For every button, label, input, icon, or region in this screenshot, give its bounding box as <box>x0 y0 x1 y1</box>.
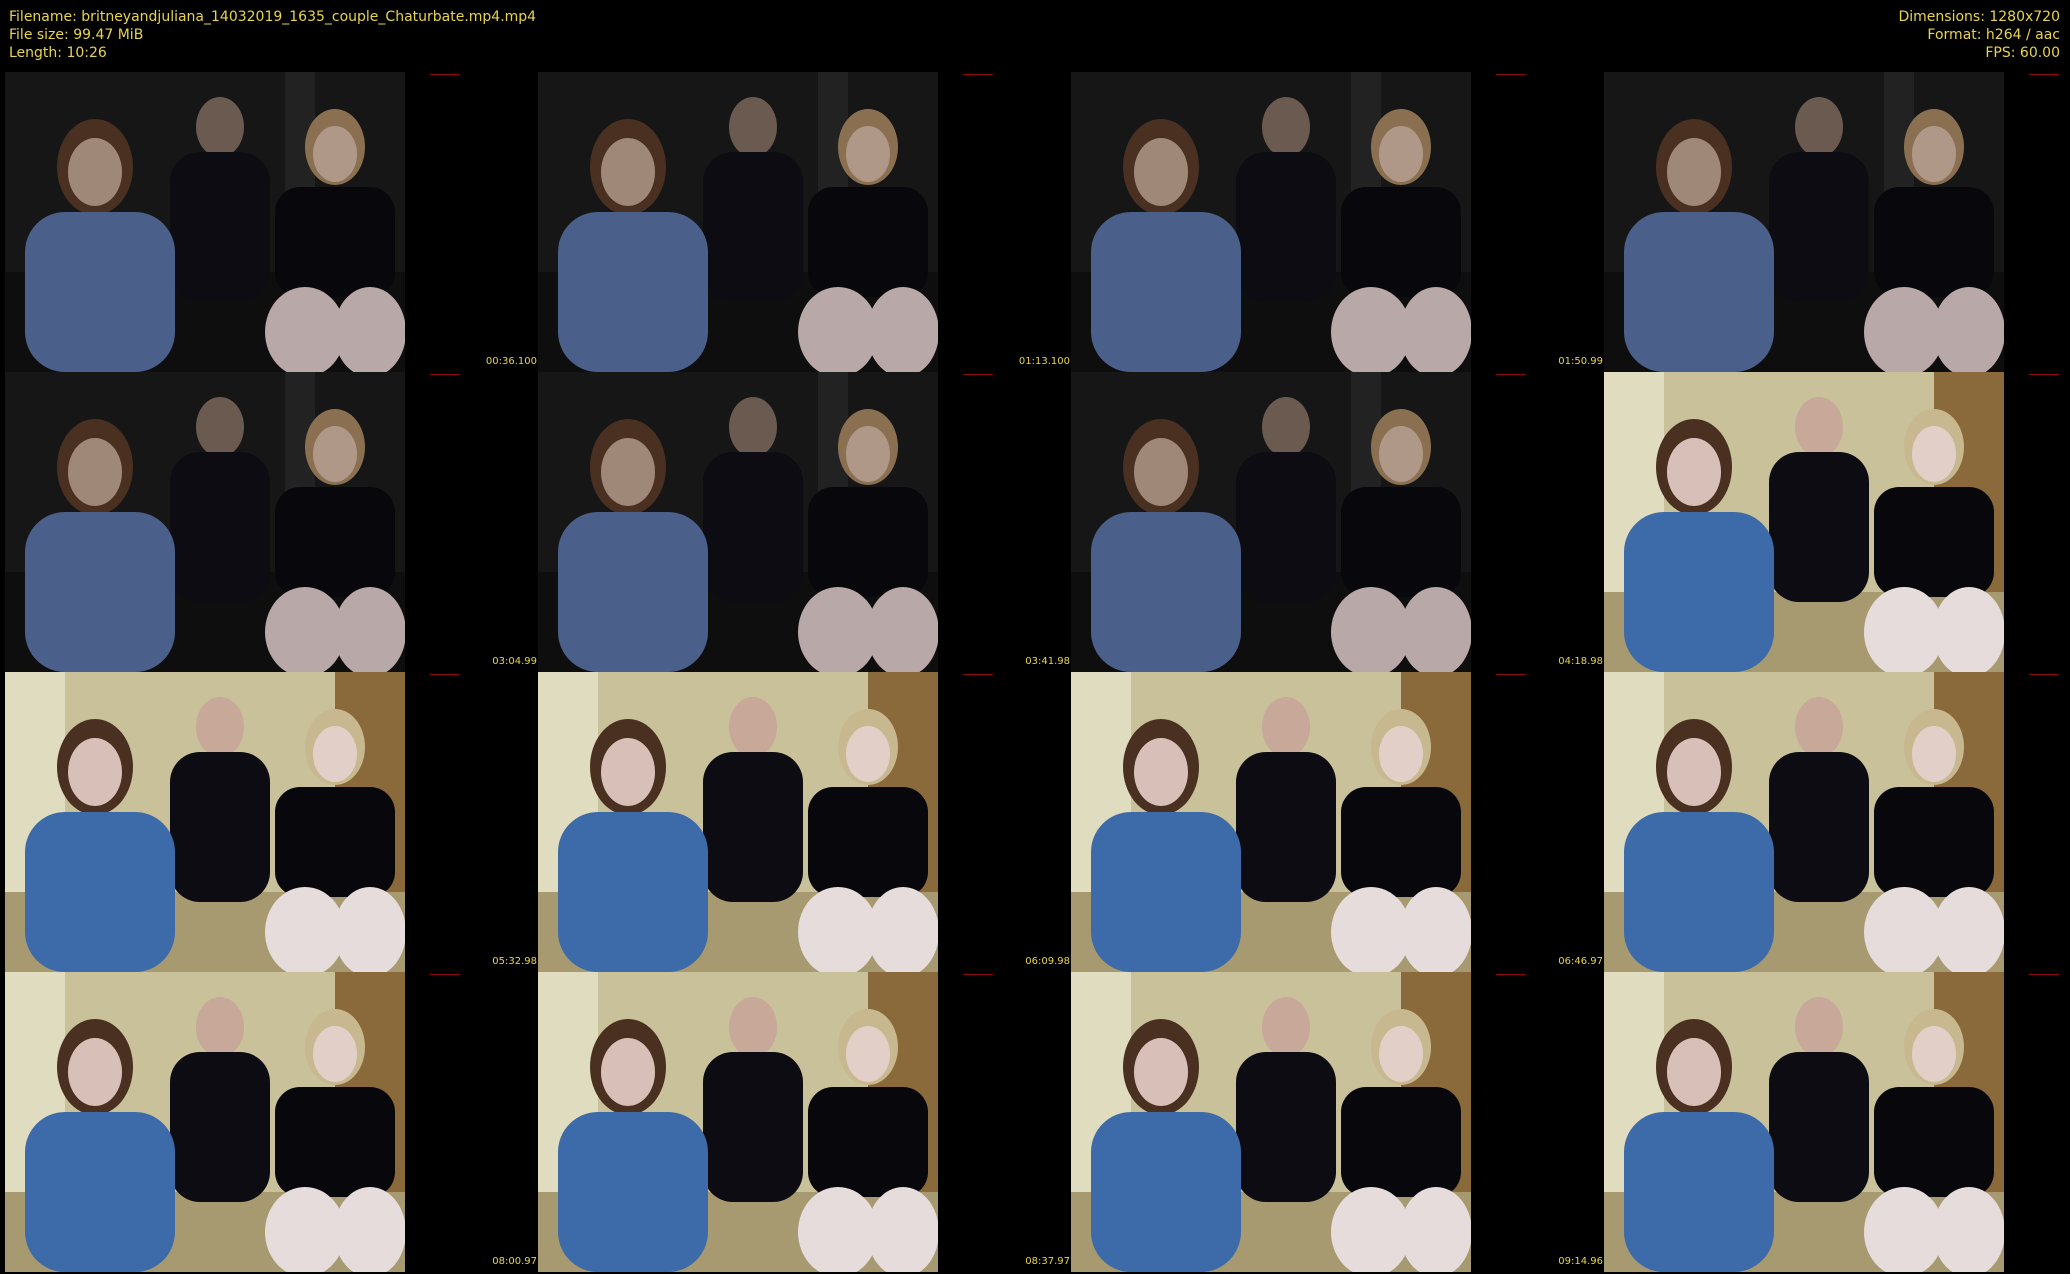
video-frame-image <box>1071 672 1471 972</box>
thumbnail-frame <box>538 672 938 972</box>
thumbnail-timestamp: 01:13.100 <box>1018 356 1070 367</box>
thumbnail-timestamp: 06:09.98 <box>1025 956 1070 967</box>
frame-marker <box>2029 374 2059 375</box>
thumbnail-frame <box>538 72 938 372</box>
thumbnail-cell: 09:51.96 <box>1604 972 2070 1272</box>
thumbnail-cell: 09:14.96 <box>1071 972 1603 1272</box>
thumbnail-frame <box>5 672 405 972</box>
video-frame-image <box>538 372 938 672</box>
thumbnail-timestamp: 08:37.97 <box>1025 1256 1070 1267</box>
thumbnail-grid: 00:36.100 01:13.100 01:50.9902:27.99 03:04.… <box>0 72 2070 1274</box>
thumbnail-frame <box>1604 672 2004 972</box>
thumbnail-frame <box>1604 972 2004 1272</box>
thumbnail-frame <box>1071 972 1471 1272</box>
frame-marker <box>963 674 993 675</box>
length-label: Length: 10:26 <box>9 45 107 61</box>
thumbnail-timestamp: 08:00.97 <box>492 1256 537 1267</box>
thumbnail-frame <box>538 372 938 672</box>
thumbnail-frame <box>1604 72 2004 372</box>
frame-marker <box>963 974 993 975</box>
frame-marker <box>1496 674 1526 675</box>
dimensions-label: Dimensions: 1280x720 <box>1898 9 2060 25</box>
video-frame-image <box>1604 72 2004 372</box>
fps-label: FPS: 60.00 <box>1985 45 2060 61</box>
thumbnail-cell: 01:13.100 <box>538 72 1070 372</box>
video-frame-image <box>1604 972 2004 1272</box>
thumbnail-timestamp: 03:04.99 <box>492 656 537 667</box>
thumbnail-cell: 07:23.97 <box>1604 672 2070 972</box>
frame-marker <box>430 74 460 75</box>
thumbnail-timestamp: 04:18.98 <box>1558 656 1603 667</box>
video-frame-image <box>538 72 938 372</box>
frame-marker <box>430 974 460 975</box>
thumbnail-timestamp: 01:50.99 <box>1558 356 1603 367</box>
thumbnail-cell: 05:32.98 <box>5 672 537 972</box>
thumbnail-cell: 03:41.98 <box>538 372 1070 672</box>
frame-marker <box>2029 974 2059 975</box>
filename-label: Filename: britneyandjuliana_14032019_163… <box>9 9 537 25</box>
thumbnail-frame <box>5 972 405 1272</box>
thumbnail-timestamp: 00:36.100 <box>485 356 537 367</box>
frame-marker <box>2029 74 2059 75</box>
video-frame-image <box>1071 72 1471 372</box>
video-frame-image <box>5 372 405 672</box>
thumbnail-timestamp: 06:46.97 <box>1558 956 1603 967</box>
thumbnail-cell: 00:36.100 <box>5 72 537 372</box>
thumbnail-timestamp: 03:41.98 <box>1025 656 1070 667</box>
thumbnail-frame <box>1071 72 1471 372</box>
thumbnail-cell: 06:09.98 <box>538 672 1070 972</box>
thumbnail-cell: 06:46.97 <box>1071 672 1603 972</box>
frame-marker <box>430 374 460 375</box>
thumbnail-frame <box>5 72 405 372</box>
thumbnail-frame <box>1071 372 1471 672</box>
thumbnail-frame <box>1071 672 1471 972</box>
video-frame-image <box>1071 972 1471 1272</box>
thumbnail-cell: 08:00.97 <box>5 972 537 1272</box>
thumbnail-cell: 08:37.97 <box>538 972 1070 1272</box>
thumbnail-timestamp: 05:32.98 <box>492 956 537 967</box>
video-frame-image <box>5 672 405 972</box>
thumbnail-frame <box>1604 372 2004 672</box>
thumbnail-cell: 04:18.98 <box>1071 372 1603 672</box>
thumbnail-cell: 02:27.99 <box>1604 72 2070 372</box>
frame-marker <box>1496 974 1526 975</box>
thumbnail-cell: 01:50.99 <box>1071 72 1603 372</box>
frame-marker <box>963 374 993 375</box>
video-frame-image <box>538 972 938 1272</box>
video-frame-image <box>1604 672 2004 972</box>
frame-marker <box>1496 74 1526 75</box>
filesize-label: File size: 99.47 MiB <box>9 27 144 43</box>
thumbnail-cell: 04:55.98 <box>1604 372 2070 672</box>
format-label: Format: h264 / aac <box>1927 27 2060 43</box>
frame-marker <box>430 674 460 675</box>
thumbnail-cell: 03:04.99 <box>5 372 537 672</box>
thumbnail-timestamp: 09:14.96 <box>1558 1256 1603 1267</box>
frame-marker <box>1496 374 1526 375</box>
video-frame-image <box>538 672 938 972</box>
video-info-header: Dimensions: 1280x720 Format: h264 / aac … <box>1898 8 2060 62</box>
thumbnail-frame <box>538 972 938 1272</box>
file-info-header: Filename: britneyandjuliana_14032019_163… <box>9 8 536 62</box>
thumbnail-frame <box>5 372 405 672</box>
video-frame-image <box>1604 372 2004 672</box>
frame-marker <box>963 74 993 75</box>
frame-marker <box>2029 674 2059 675</box>
video-frame-image <box>5 72 405 372</box>
video-frame-image <box>5 972 405 1272</box>
video-frame-image <box>1071 372 1471 672</box>
